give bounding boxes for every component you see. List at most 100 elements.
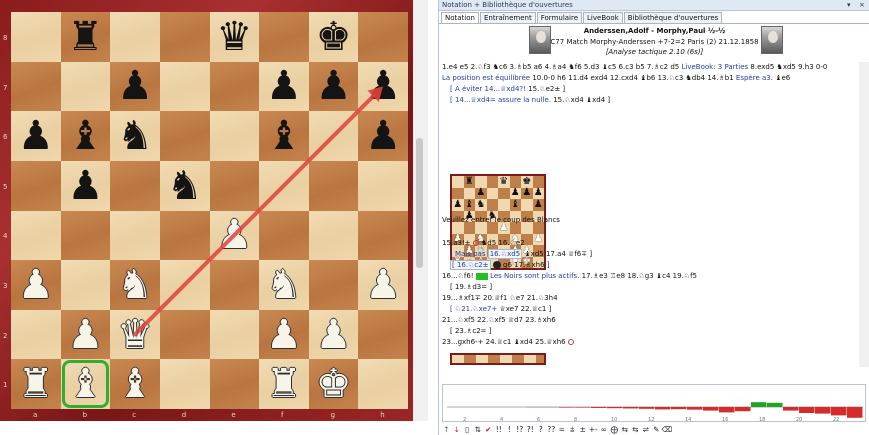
square-c6[interactable]: ♞ (110, 111, 160, 161)
square-a6[interactable]: ♟ (11, 111, 61, 161)
white-knight-icon[interactable]: ♞ (110, 260, 160, 310)
white-pawn-icon[interactable]: ♟ (358, 260, 408, 310)
square-c7[interactable]: ♟ (110, 61, 160, 112)
square-e3[interactable] (209, 260, 260, 310)
white-rook-icon[interactable]: ♜ (11, 359, 61, 409)
annotation-tool-button[interactable]: !! (494, 424, 505, 435)
square-d2[interactable] (159, 309, 210, 360)
white-bishop-icon[interactable]: ♝ (61, 359, 111, 409)
annotation-tool-button[interactable]: ✎ (651, 424, 662, 435)
square-g1[interactable]: ♚ (308, 359, 359, 409)
square-h3[interactable]: ♟ (358, 260, 408, 310)
white-rook-icon[interactable]: ♜ (259, 359, 309, 409)
chess-board[interactable]: ♜ ♛ ♚ ♟ ♟ ♟ ♟ ♟ ♝ ♞ ♝ ♟ ♟ ♞ ♟ ♟ ♞ ♞ ♟ ♟ ♛ ♟ ♟ ♜ ♝ ♝ ♜ ♚ (11, 12, 408, 409)
variation-text[interactable]: [ 23.♗c2= ] (450, 326, 492, 337)
square-b4[interactable] (60, 210, 111, 261)
square-g8[interactable]: ♚ (308, 12, 359, 62)
square-f6[interactable]: ♝ (259, 111, 309, 161)
square-c1[interactable]: ♝ (110, 359, 160, 409)
square-g7[interactable]: ♟ (308, 61, 359, 112)
square-h8[interactable] (358, 12, 408, 62)
annotation-tool-button[interactable]: ? (536, 424, 547, 435)
square-b5[interactable]: ♟ (60, 160, 111, 211)
square-h5[interactable] (358, 160, 408, 211)
white-pawn-icon[interactable]: ♟ (11, 260, 61, 310)
white-pawn-icon[interactable]: ♟ (61, 310, 111, 360)
move-text[interactable]: 10.0-0 h6 11.d4 exd4 12.cxd4 ♝b6 13.♘c3 … (532, 74, 733, 82)
square-d5[interactable]: ♞ (159, 160, 210, 211)
evaluation-graph[interactable]: 2 4 6 8 10 12 14 16 18 20 22 (442, 384, 866, 423)
square-b6[interactable]: ♝ (60, 111, 111, 161)
square-c3[interactable]: ♞ (110, 260, 160, 310)
square-c5[interactable] (110, 160, 160, 211)
white-pawn-icon[interactable]: ♟ (309, 310, 359, 360)
board-scrollbar-thumb[interactable] (416, 138, 423, 268)
square-b7[interactable] (60, 61, 111, 112)
annotation-tool-button[interactable]: ⇆ (620, 424, 631, 435)
square-h4[interactable] (358, 210, 408, 261)
variation-move-box[interactable]: 16.♘xd5 (487, 249, 523, 259)
annotation-tool-button[interactable]: ⇅ (473, 424, 484, 435)
move-text[interactable]: ♞d5 16.♘e2 (481, 239, 525, 247)
move-text[interactable]: 8.exd5 ♞xd5 9.h3 0-0 (750, 63, 827, 71)
annotation-tool-button[interactable]: ↓ (452, 424, 463, 435)
square-f4[interactable] (259, 210, 309, 261)
square-d7[interactable] (159, 61, 210, 112)
square-a5[interactable] (11, 160, 61, 211)
annotation-tool-button[interactable]: ⇌ (641, 424, 652, 435)
square-b3[interactable] (60, 260, 111, 310)
move-text[interactable]: ♝xd5 17.a4 ♕f6∓ ] (524, 250, 592, 258)
annotation-tool-button[interactable]: ↑ (441, 424, 452, 435)
square-b1[interactable]: ♝ (60, 359, 111, 409)
black-queen-icon[interactable]: ♛ (210, 12, 260, 62)
square-g5[interactable] (308, 160, 359, 211)
move-text[interactable]: 21...♘xf5 22.♘xf5 ♕d7 23.♗xh6 (442, 315, 556, 326)
tab-notation[interactable]: Notation (441, 12, 479, 23)
annotation-tool-button[interactable]: ⨁ (609, 424, 620, 435)
variation-move-box[interactable]: [ 16.♘c2± (450, 260, 491, 270)
annotation-tool-button[interactable]: ± (578, 424, 589, 435)
tab-formulaire[interactable]: Formulaire (536, 12, 583, 23)
black-pawn-icon[interactable]: ♟ (259, 62, 309, 112)
square-e5[interactable] (209, 160, 260, 211)
annotation-tool-button[interactable]: ∞ (599, 424, 610, 435)
square-d4[interactable] (159, 210, 210, 261)
square-c2[interactable]: ♛ (110, 309, 160, 360)
move-text[interactable]: 1.e4 e5 2.♘f3 ♞c6 3.♗b5 a6 4.♗a4 ♞f6 5.d… (442, 63, 679, 71)
square-f2[interactable]: ♟ (259, 309, 309, 360)
square-e6[interactable] (209, 111, 260, 161)
black-knight-icon[interactable]: ♞ (160, 161, 210, 211)
square-e2[interactable] (209, 309, 260, 360)
annotation-tool-button[interactable]: ✔ (483, 424, 494, 435)
move-text[interactable]: 17.♗e3 ♖e8 18.♘g3 ♝c4 19.♘f5 (582, 272, 697, 280)
square-a7[interactable] (11, 61, 61, 112)
white-queen-icon[interactable]: ♛ (110, 310, 160, 360)
square-a3[interactable]: ♟ (11, 260, 61, 310)
black-rook-icon[interactable]: ♜ (61, 12, 111, 62)
square-c4[interactable] (110, 210, 160, 261)
annotation-tool-button[interactable]: = (557, 424, 568, 435)
square-a1[interactable]: ♜ (11, 359, 61, 409)
square-d3[interactable] (159, 260, 210, 310)
diagram-board-2[interactable] (450, 353, 546, 365)
square-d6[interactable] (159, 111, 210, 161)
square-b2[interactable]: ♟ (60, 309, 111, 360)
tab-bibliotheque[interactable]: Bibliothèque d'ouvertures (623, 12, 723, 23)
square-h6[interactable]: ♟ (358, 111, 408, 161)
notation-scrollbar[interactable] (859, 62, 869, 367)
square-g2[interactable]: ♟ (308, 309, 359, 360)
square-d8[interactable] (159, 12, 210, 62)
tab-entrainement[interactable]: Entraînement (479, 12, 536, 23)
white-knight-icon[interactable]: ♞ (259, 260, 309, 310)
move-text[interactable]: 16...♘f6! (442, 272, 474, 280)
white-pawn-icon[interactable]: ♟ (259, 310, 309, 360)
white-bishop-icon[interactable]: ♝ (110, 359, 160, 409)
close-icon[interactable]: × (859, 0, 865, 11)
annotation-tool-button[interactable]: ▯ (462, 424, 473, 435)
square-f1[interactable]: ♜ (259, 359, 309, 409)
board-scrollbar[interactable] (413, 0, 428, 421)
move-text[interactable]: 19...♗xf1∓ 20.♕f1 ♘e7 21.♘3h4 (442, 293, 558, 304)
square-a8[interactable] (11, 12, 61, 62)
move-text[interactable]: 23...gxh6-+ 24.♕c1 ♝xd4 25.♕xh6 (442, 338, 566, 346)
move-text[interactable]: ♕xe7 22.♕c1 ] (499, 305, 551, 313)
